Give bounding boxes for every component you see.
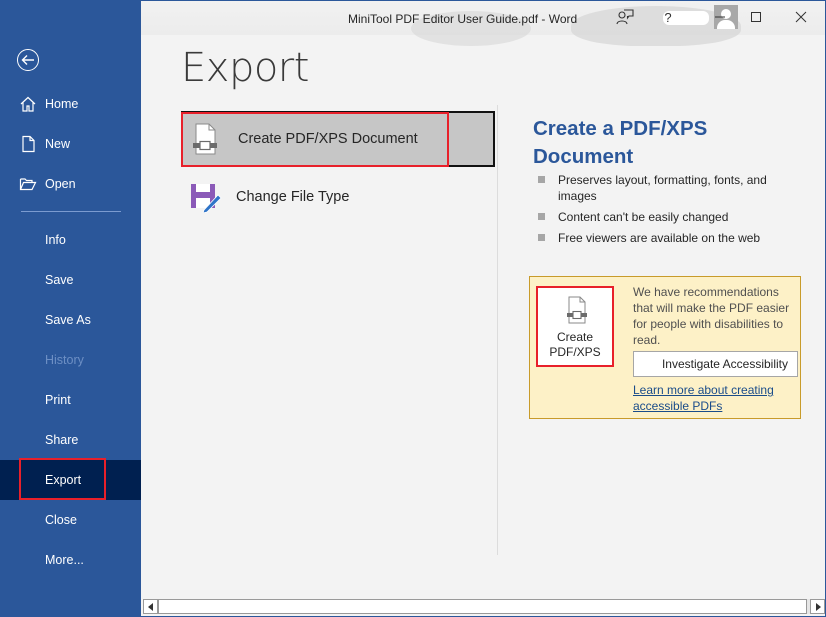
new-document-icon (22, 135, 35, 153)
help-button[interactable]: ? (656, 5, 680, 29)
sidebar-divider (21, 211, 121, 212)
create-label-line2: PDF/XPS (549, 345, 601, 359)
sidebar-item-label: Export (45, 473, 82, 487)
scroll-right-icon (815, 602, 821, 611)
sidebar-item-label: Close (45, 513, 77, 527)
sidebar-item-info[interactable]: Info (0, 220, 141, 260)
bullet-item: Preserves layout, formatting, fonts, and… (538, 172, 788, 204)
sidebar-item-label: Share (45, 433, 79, 447)
home-icon (20, 96, 36, 112)
investigate-accessibility-button[interactable]: Investigate Accessibility (633, 351, 798, 377)
sidebar-item-label: Save (45, 273, 74, 287)
minimize-button[interactable] (708, 5, 732, 29)
sidebar-item-label: Home (45, 97, 79, 111)
scroll-left-icon (147, 602, 153, 611)
option-change-file-type[interactable]: Change File Type (181, 169, 495, 225)
learn-more-accessible-pdfs-link[interactable]: Learn more about creating accessible PDF… (633, 382, 798, 414)
scroll-right-button[interactable] (810, 599, 825, 614)
scroll-left-button[interactable] (143, 599, 158, 614)
sidebar-item-history: History (0, 340, 141, 380)
create-pdf-xps-label: Create PDF/XPS (538, 330, 612, 360)
sidebar-item-close[interactable]: Close (0, 500, 141, 540)
close-window-button[interactable] (789, 5, 813, 29)
scrollbar-thumb[interactable] (158, 599, 807, 614)
detail-bullet-list: Preserves layout, formatting, fonts, and… (538, 172, 788, 251)
sidebar-item-more[interactable]: More... (0, 540, 141, 580)
title-bar: MiniTool PDF Editor User Guide.pdf - Wor… (141, 1, 825, 46)
horizontal-scrollbar[interactable] (143, 599, 825, 614)
minimize-icon (715, 16, 725, 18)
sidebar-item-label: Info (45, 233, 66, 247)
sidebar-item-label: Print (45, 393, 71, 407)
sidebar-item-label: History (45, 353, 84, 367)
pdf-document-icon (567, 296, 587, 324)
help-icon: ? (664, 9, 672, 25)
option-create-pdf-xps[interactable]: Create PDF/XPS Document (181, 111, 495, 167)
back-button[interactable] (17, 49, 39, 71)
save-edit-icon (191, 184, 222, 213)
backstage-sidebar: Home New Open Info Save Save As History … (0, 0, 141, 617)
sidebar-item-save-as[interactable]: Save As (0, 300, 141, 340)
bullet-item: Free viewers are available on the web (538, 230, 788, 246)
sidebar-item-label: Save As (45, 313, 91, 327)
sidebar-item-label: More... (45, 553, 84, 567)
page-title: Export (181, 45, 309, 91)
window-title: MiniTool PDF Editor User Guide.pdf - Wor… (348, 12, 578, 26)
sidebar-item-label: Open (45, 177, 76, 191)
sidebar-item-print[interactable]: Print (0, 380, 141, 420)
close-icon (795, 11, 807, 23)
pdf-document-icon (193, 123, 217, 155)
sidebar-item-export[interactable]: Export (0, 460, 141, 500)
sidebar-item-home[interactable]: Home (0, 84, 141, 124)
accessibility-panel: Create PDF/XPS We have recommendations t… (529, 276, 801, 419)
sidebar-item-open[interactable]: Open (0, 164, 141, 204)
bullet-item: Content can't be easily changed (538, 209, 788, 225)
sidebar-item-new[interactable]: New (0, 124, 141, 164)
back-arrow-icon (21, 55, 34, 65)
share-feedback-button[interactable] (613, 5, 637, 29)
sidebar-item-save[interactable]: Save (0, 260, 141, 300)
folder-open-icon (19, 178, 37, 191)
maximize-icon (751, 12, 761, 22)
create-pdf-xps-button[interactable]: Create PDF/XPS (536, 286, 614, 367)
detail-title: Create a PDF/XPS Document (533, 117, 708, 168)
maximize-button[interactable] (744, 5, 768, 29)
feedback-person-icon (616, 9, 634, 25)
option-label: Change File Type (236, 189, 350, 205)
sidebar-item-label: New (45, 137, 71, 151)
accessibility-message: We have recommendations that will make t… (633, 285, 790, 347)
export-pane: Export Create PDF/XPS Document Change Fi… (141, 35, 825, 600)
option-label: Create PDF/XPS Document (238, 131, 418, 147)
sidebar-item-share[interactable]: Share (0, 420, 141, 460)
pane-divider (497, 105, 498, 555)
create-label-line1: Create (556, 330, 594, 344)
